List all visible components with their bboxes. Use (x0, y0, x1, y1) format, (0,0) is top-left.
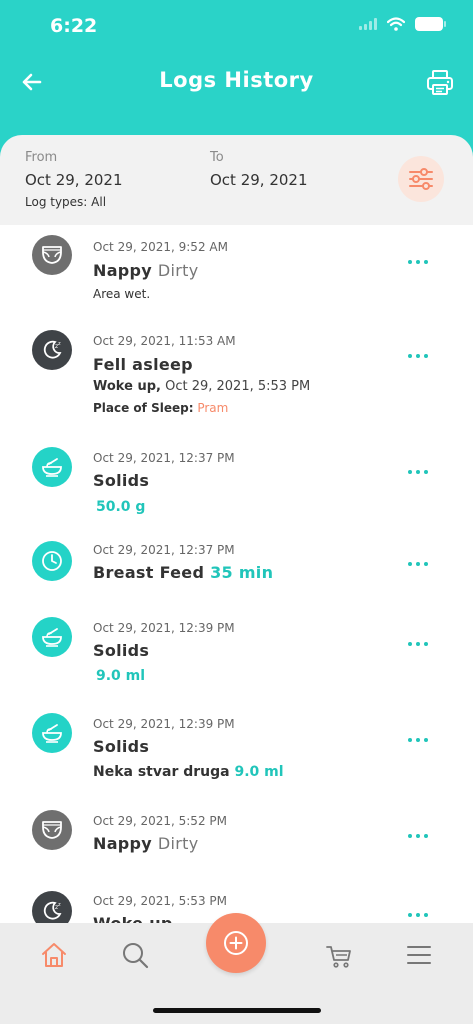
place-of-sleep-line: Place of Sleep: Pram (93, 401, 229, 415)
home-icon[interactable] (39, 940, 69, 970)
log-title: Solids (93, 471, 150, 490)
log-amount: 9.0 ml (96, 668, 146, 684)
home-indicator (153, 1008, 321, 1013)
more-options-icon[interactable] (408, 354, 428, 358)
log-time: Oct 29, 2021, 12:37 PM (93, 451, 235, 465)
to-label: To (210, 150, 224, 165)
log-item[interactable]: zz Oct 29, 2021, 11:53 AM Fell asleep Wo… (0, 320, 473, 437)
more-options-icon[interactable] (408, 738, 428, 742)
signal-icon (359, 18, 377, 30)
add-log-button[interactable] (206, 913, 266, 973)
bowl-icon (32, 447, 72, 487)
more-options-icon[interactable] (408, 834, 428, 838)
log-item[interactable]: Oct 29, 2021, 12:37 PM Solids 50.0 g (0, 437, 473, 533)
cart-icon[interactable] (324, 940, 354, 970)
log-note: Neka stvar druga 9.0 ml (93, 764, 284, 780)
printer-icon[interactable] (425, 68, 455, 98)
log-title: Solids (93, 641, 150, 660)
status-icons (359, 17, 446, 31)
clock-icon (32, 541, 72, 581)
battery-icon (415, 17, 446, 31)
more-options-icon[interactable] (408, 562, 428, 566)
menu-icon[interactable] (404, 940, 434, 970)
log-note: Area wet. (93, 287, 151, 301)
log-item[interactable]: Oct 29, 2021, 5:52 PM Nappy Dirty (0, 806, 473, 890)
log-item[interactable]: Oct 29, 2021, 12:37 PM Breast Feed 35 mi… (0, 533, 473, 615)
sliders-icon (409, 168, 433, 190)
log-title: Woke up (93, 914, 173, 923)
date-filter-card[interactable]: From Oct 29, 2021 To Oct 29, 2021 Log ty… (0, 135, 473, 225)
log-time: Oct 29, 2021, 12:39 PM (93, 717, 235, 731)
bottom-navigation (0, 913, 473, 1024)
search-icon[interactable] (120, 940, 150, 970)
log-time: Oct 29, 2021, 11:53 AM (93, 334, 236, 348)
bowl-icon (32, 617, 72, 657)
log-time: Oct 29, 2021, 5:52 PM (93, 814, 227, 828)
to-date[interactable]: Oct 29, 2021 (210, 171, 308, 189)
svg-text:z: z (58, 341, 61, 347)
add-icon (224, 931, 248, 955)
more-options-icon[interactable] (408, 470, 428, 474)
log-time: Oct 29, 2021, 9:52 AM (93, 240, 228, 254)
log-time: Oct 29, 2021, 5:53 PM (93, 894, 227, 908)
log-title: Solids (93, 737, 150, 756)
nappy-icon (32, 235, 72, 275)
status-time: 6:22 (50, 15, 98, 37)
log-types-label: Log types: All (25, 195, 107, 209)
log-title: Nappy Dirty (93, 261, 199, 280)
log-time: Oct 29, 2021, 12:37 PM (93, 543, 235, 557)
log-title: Breast Feed 35 min (93, 563, 274, 582)
from-label: From (25, 150, 58, 165)
moon-icon: zz (32, 330, 72, 370)
log-item[interactable]: Oct 29, 2021, 9:52 AM Nappy Dirty Area w… (0, 225, 473, 320)
log-title: Nappy Dirty (93, 834, 199, 853)
bowl-icon (32, 713, 72, 753)
moon-icon: zz (32, 891, 72, 923)
wifi-icon (387, 17, 405, 31)
more-options-icon[interactable] (408, 642, 428, 646)
logs-list[interactable]: Oct 29, 2021, 9:52 AM Nappy Dirty Area w… (0, 225, 473, 923)
log-item[interactable]: Oct 29, 2021, 12:39 PM Solids Neka stvar… (0, 710, 473, 806)
more-options-icon[interactable] (408, 913, 428, 917)
nappy-icon (32, 810, 72, 850)
woke-up-line: Woke up, Oct 29, 2021, 5:53 PM (93, 379, 311, 394)
from-date[interactable]: Oct 29, 2021 (25, 171, 123, 189)
log-amount: 50.0 g (96, 499, 146, 515)
filter-button[interactable] (398, 156, 444, 202)
status-bar: 6:22 (0, 0, 473, 50)
page-title: Logs History (159, 68, 314, 92)
more-options-icon[interactable] (408, 260, 428, 264)
log-time: Oct 29, 2021, 12:39 PM (93, 621, 235, 635)
log-item[interactable]: Oct 29, 2021, 12:39 PM Solids 9.0 ml (0, 615, 473, 710)
log-title: Fell asleep (93, 355, 193, 374)
svg-text:z: z (58, 902, 61, 908)
